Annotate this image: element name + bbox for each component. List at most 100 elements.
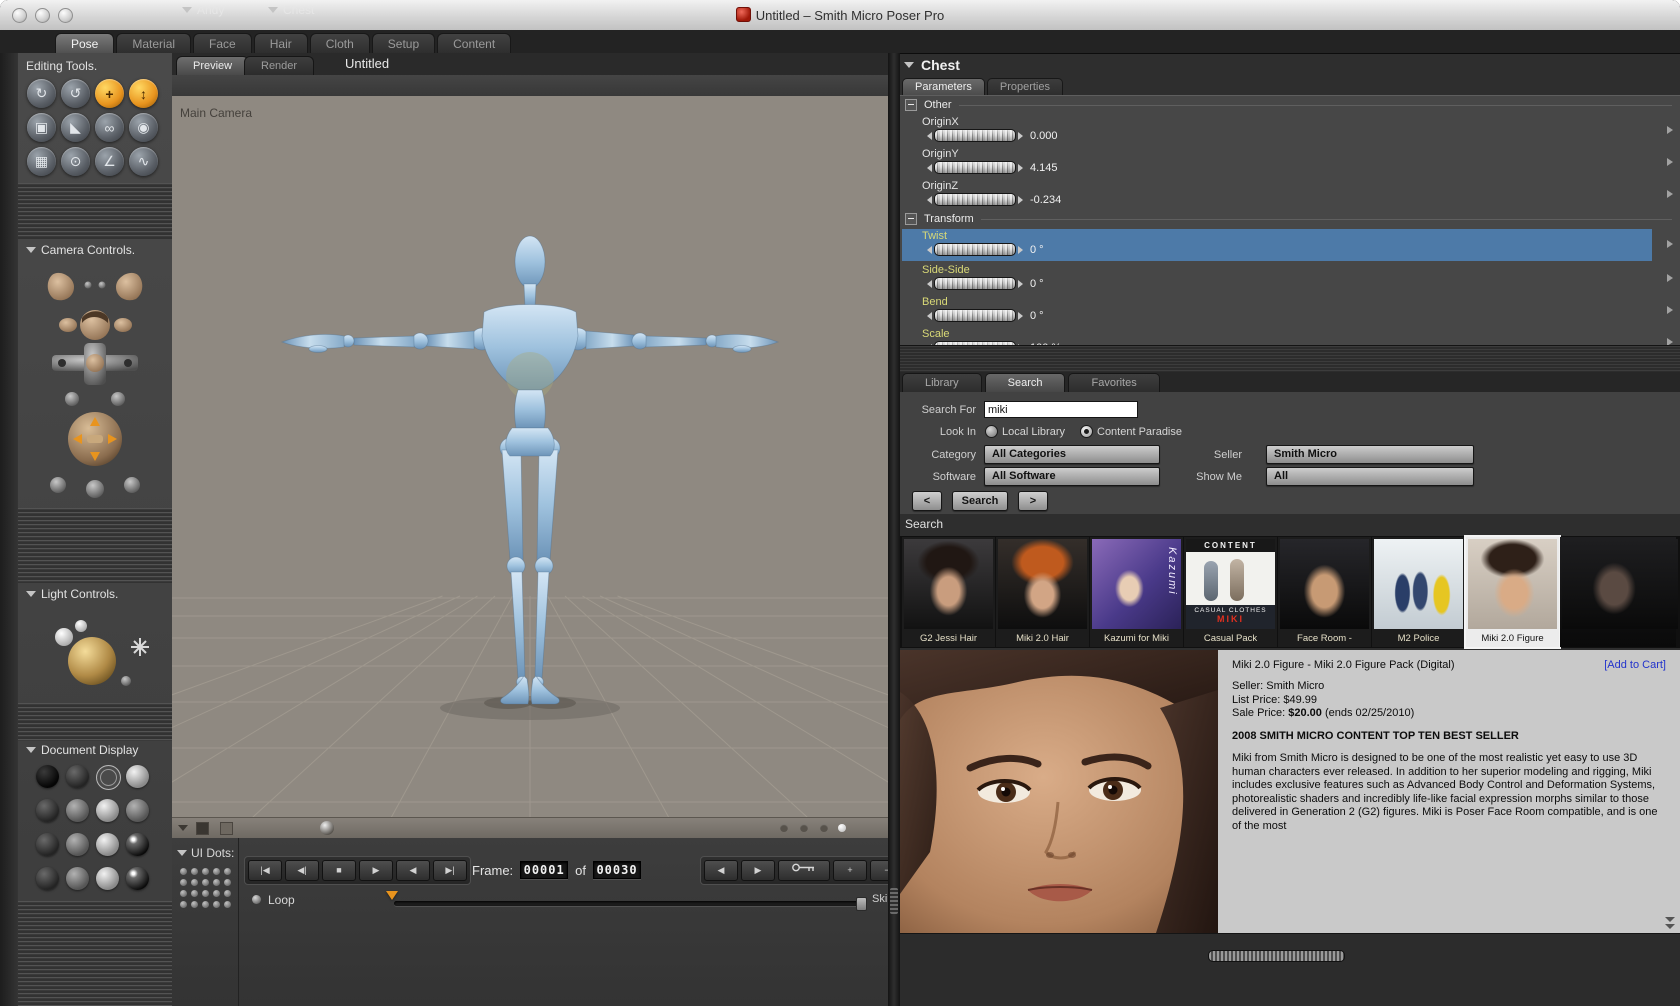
document-display-label[interactable]: Document Display (26, 743, 138, 757)
category-dropdown[interactable]: All Categories (984, 445, 1160, 464)
display-style-smooth-shaded-icon[interactable] (96, 799, 119, 822)
display-style-icon[interactable] (66, 867, 89, 890)
tab-search[interactable]: Search (984, 373, 1066, 392)
ui-dot[interactable] (224, 879, 231, 886)
ui-dot[interactable] (224, 868, 231, 875)
ui-dot[interactable] (191, 879, 198, 886)
skip-frames-handle[interactable] (856, 897, 867, 911)
param-row-twist-selected[interactable]: Twist 0 ° (900, 228, 1680, 262)
view-magnifier-tool-icon[interactable]: ⊙ (61, 147, 90, 176)
display-style-smooth-lined-icon[interactable] (66, 833, 89, 856)
local-library-radio[interactable] (985, 425, 998, 438)
parameter-dial[interactable] (927, 193, 1023, 206)
morphing-tool-icon[interactable]: ∠ (95, 147, 124, 176)
vertical-splitter[interactable] (888, 53, 900, 1006)
ui-dot[interactable] (180, 879, 187, 886)
show-me-dropdown[interactable]: All (1266, 467, 1474, 486)
scroll-down-arrows[interactable] (1665, 917, 1675, 929)
param-flyout-arrow-icon[interactable] (1667, 274, 1673, 282)
parameter-dial[interactable] (927, 277, 1023, 290)
result-thumb-kazumi[interactable]: Kazumi Kazumi for Miki (1090, 537, 1183, 647)
tab-content[interactable]: Content (437, 33, 512, 54)
param-flyout-arrow-icon[interactable] (1667, 306, 1673, 314)
parameter-dial[interactable] (927, 309, 1023, 322)
seller-dropdown[interactable]: Smith Micro (1266, 445, 1474, 464)
display-style-silhouette-icon[interactable] (36, 765, 59, 788)
tab-favorites[interactable]: Favorites (1068, 373, 1160, 392)
display-style-texture-shaded-icon[interactable] (96, 833, 119, 856)
scale-tool-icon[interactable]: ▣ (27, 113, 56, 142)
content-paradise-radio[interactable] (1080, 425, 1093, 438)
ui-dot[interactable] (224, 901, 231, 908)
ui-dot[interactable] (202, 868, 209, 875)
taper-tool-icon[interactable]: ◣ (61, 113, 90, 142)
parameter-dial[interactable] (927, 129, 1023, 142)
ui-dot[interactable] (213, 890, 220, 897)
edit-keyframes-button[interactable] (778, 860, 830, 881)
display-style-shiny-icon[interactable] (126, 833, 149, 856)
add-to-cart-link[interactable]: [Add to Cart] (1604, 659, 1666, 671)
result-thumb-casual-pack[interactable]: CONTENT CASUAL CLOTHES MIKI Casual Pack (1184, 537, 1277, 647)
display-style-wireframe-icon[interactable] (96, 765, 121, 790)
parameter-dial[interactable] (927, 161, 1023, 174)
timeline-position-marker[interactable] (386, 891, 398, 900)
tab-preview[interactable]: Preview (176, 56, 250, 75)
ui-dot[interactable] (180, 901, 187, 908)
add-keyframe-button[interactable]: + (833, 860, 867, 881)
result-thumb-m2-police[interactable]: M2 Police (1372, 537, 1465, 647)
tab-pose[interactable]: Pose (55, 33, 115, 54)
tracking-mode-dot-icon[interactable] (800, 824, 808, 832)
ui-dot[interactable] (202, 901, 209, 908)
display-style-icon[interactable] (96, 867, 119, 890)
splitter-grip-icon[interactable] (890, 888, 898, 914)
ui-dots-label[interactable]: UI Dots: (177, 846, 234, 860)
ui-dot[interactable] (202, 890, 209, 897)
param-flyout-arrow-icon[interactable] (1667, 126, 1673, 134)
parameters-actor-header[interactable]: Chest (904, 57, 960, 73)
stop-button[interactable]: ■ (322, 860, 356, 881)
figure-menu[interactable]: Andy (182, 3, 224, 17)
loop-toggle[interactable] (252, 895, 261, 904)
tab-properties[interactable]: Properties (986, 78, 1063, 96)
tab-hair[interactable]: Hair (253, 33, 308, 54)
tracking-ball-icon[interactable] (320, 821, 334, 835)
step-back-button[interactable]: ◀ (396, 860, 430, 881)
camera-controls-label[interactable]: Camera Controls. (26, 243, 135, 257)
light-controls[interactable] (30, 609, 160, 706)
collapse-box-icon[interactable] (905, 213, 917, 225)
next-keyframe-button[interactable]: ▶ (741, 860, 775, 881)
actor-menu[interactable]: Chest (268, 3, 314, 17)
color-tool-icon[interactable]: ◉ (129, 113, 158, 142)
tab-setup[interactable]: Setup (371, 33, 436, 54)
display-style-flat-lined-icon[interactable] (126, 799, 149, 822)
result-thumb-face-room[interactable]: Face Room - (1278, 537, 1371, 647)
ui-dot[interactable] (213, 879, 220, 886)
software-dropdown[interactable]: All Software (984, 467, 1160, 486)
direct-manipulation-tool-icon[interactable]: ∿ (129, 147, 158, 176)
tracking-mode-dot-icon[interactable] (780, 824, 788, 832)
tracking-box-icon[interactable] (196, 822, 209, 835)
light-controls-label[interactable]: Light Controls. (26, 587, 118, 601)
timeline-scrub-track[interactable] (394, 901, 862, 906)
tab-parameters[interactable]: Parameters (902, 78, 985, 96)
tab-cloth[interactable]: Cloth (309, 33, 370, 54)
horizontal-scrollbar[interactable] (1208, 950, 1345, 962)
titlebar[interactable]: Untitled – Smith Micro Poser Pro (0, 0, 1680, 31)
collapse-box-icon[interactable] (905, 99, 917, 111)
display-style-flat-shaded-icon[interactable] (66, 799, 89, 822)
tab-library[interactable]: Library (902, 373, 982, 392)
result-thumb-miki-hair[interactable]: Miki 2.0 Hair (996, 537, 1089, 647)
result-thumb-g2-jessi-hair[interactable]: G2 Jessi Hair (902, 537, 995, 647)
param-flyout-arrow-icon[interactable] (1667, 158, 1673, 166)
ui-dot[interactable] (191, 901, 198, 908)
translate-pull-tool-icon[interactable]: + (95, 79, 124, 108)
chain-break-tool-icon[interactable]: ∞ (95, 113, 124, 142)
ui-dot[interactable] (202, 879, 209, 886)
twist-tool-icon[interactable]: ↺ (61, 79, 90, 108)
display-style-cartoon-icon[interactable] (36, 833, 59, 856)
end-frame-button[interactable]: ◀| (285, 860, 319, 881)
ui-dot[interactable] (191, 890, 198, 897)
tracking-mode-dot-active-icon[interactable] (838, 824, 846, 832)
search-input[interactable] (984, 401, 1138, 418)
ui-dot[interactable] (213, 868, 220, 875)
